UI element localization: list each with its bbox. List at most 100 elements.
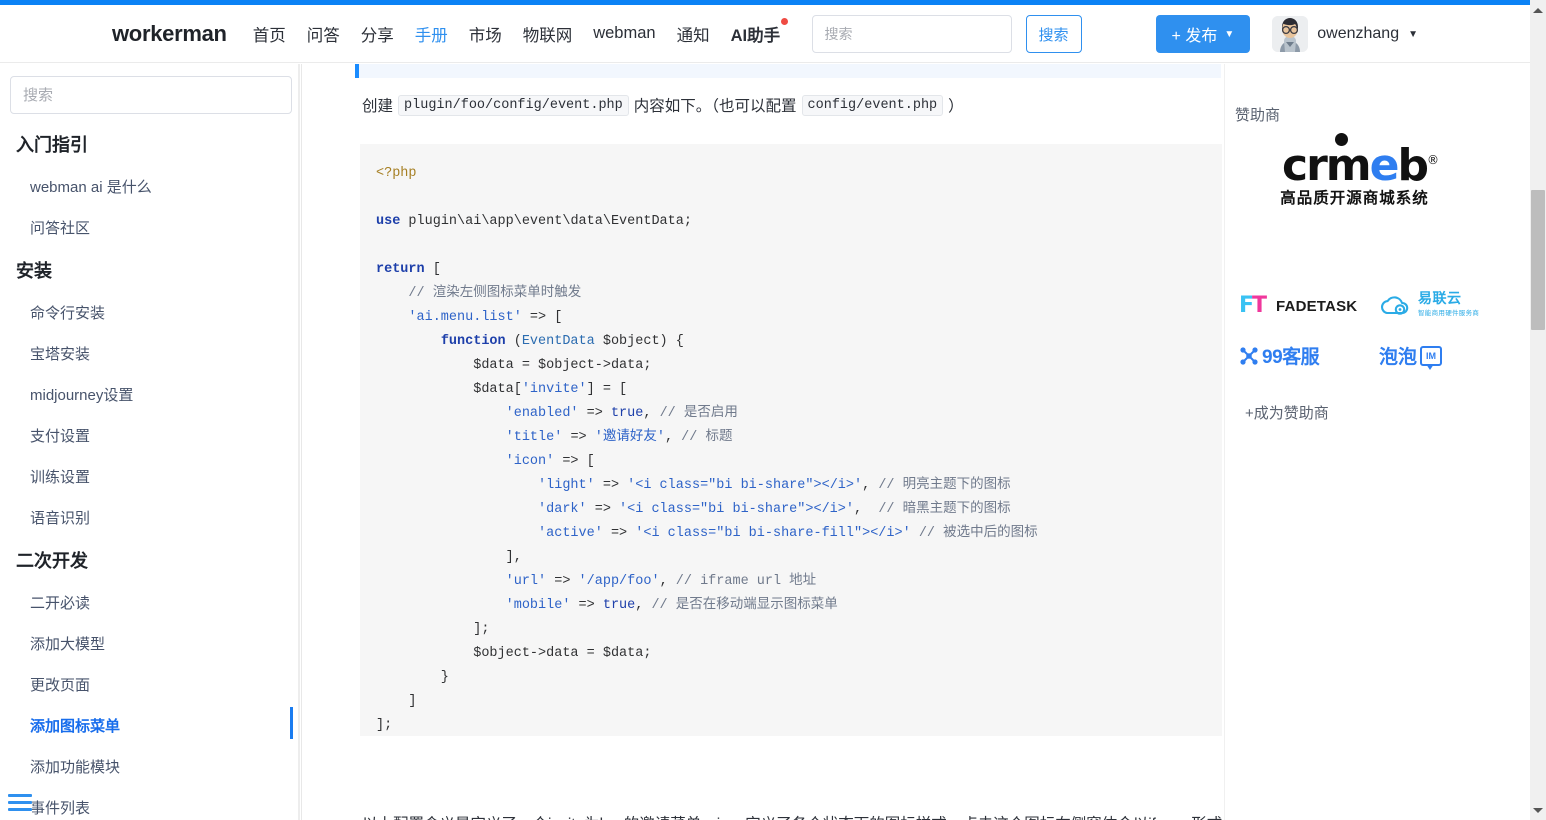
sidebar-item-14[interactable]: 添加图标菜单 <box>0 705 300 746</box>
nav-item-label: 物联网 <box>522 26 573 45</box>
sponsor-row-3: 99客服 泡泡 IM <box>1239 342 1519 370</box>
crmeb-word-b: e <box>1369 140 1400 191</box>
code-token: => <box>594 478 628 493</box>
crmeb-dot-icon <box>1335 133 1348 146</box>
nav-item-label: 市场 <box>468 26 502 45</box>
code-token: ]; <box>376 718 393 733</box>
cloud-printer-icon <box>1379 294 1413 318</box>
scroll-down-arrow-icon[interactable] <box>1530 802 1546 818</box>
nav-item-6[interactable]: webman <box>593 24 655 43</box>
code-token: => <box>578 406 611 421</box>
sidebar-item-13[interactable]: 更改页面 <box>0 664 300 705</box>
code-token: 'title' <box>505 430 563 445</box>
nav-item-0[interactable]: 首页 <box>253 22 286 46</box>
main-navigation: 首页 问答 分享 手册 市场 物联网 webman 通知 AI助手 <box>253 17 801 46</box>
nav-item-2[interactable]: 分享 <box>361 22 394 46</box>
nav-item-1[interactable]: 问答 <box>307 22 340 46</box>
code-token: '<i class="bi bi-share"></i>' <box>627 478 863 493</box>
sponsor-logo-popo[interactable]: 泡泡 IM <box>1379 342 1519 370</box>
code-token: // 是否启用 <box>659 406 738 421</box>
hamburger-menu-icon[interactable] <box>8 794 32 812</box>
nav-item-4[interactable]: 市场 <box>469 22 502 46</box>
sidebar-nav-list: 入门指引 webman ai 是什么 问答社区安装命令行安装 宝塔安装 midjourn… <box>0 122 300 820</box>
sidebar-item-8[interactable]: 训练设置 <box>0 456 300 497</box>
search-button[interactable]: 搜索 <box>1025 15 1082 53</box>
sidebar-item-15[interactable]: 添加功能模块 <box>0 746 300 787</box>
crmeb-word-a: crm <box>1282 140 1372 191</box>
code-token: plugin\ai\app\event\data\EventData; <box>400 214 692 229</box>
notification-dot-icon <box>781 17 789 25</box>
yilianyun-name: 易联云 <box>1418 290 1462 306</box>
nav-item-3[interactable]: 手册 <box>415 22 448 46</box>
sidebar-item-4[interactable]: 命令行安装 <box>0 292 300 333</box>
sidebar-search-input[interactable] <box>10 76 292 114</box>
sidebar-item-7[interactable]: 支付设置 <box>0 415 300 456</box>
code-token: , <box>659 574 676 589</box>
sidebar-item-5[interactable]: 宝塔安装 <box>0 333 300 374</box>
code-token: } <box>376 670 449 685</box>
sidebar-item-2[interactable]: 问答社区 <box>0 207 300 248</box>
code-token: , <box>635 598 652 613</box>
sidebar-item-1[interactable]: webman ai 是什么 <box>0 166 300 207</box>
sponsor-logo-99kefu[interactable]: 99客服 <box>1239 342 1379 369</box>
doc-outro-paragraph: 以上配置含义是定义了一个invite为key的邀请菜单，icon定义了各个状态下… <box>362 809 1232 820</box>
code-token: => <box>602 526 636 541</box>
code-token: $object->data = $data; <box>376 646 652 661</box>
sponsor-logo-crmeb[interactable]: crmeb ® 高品质开源商城系统 <box>1272 133 1439 208</box>
code-token: ]; <box>376 622 490 637</box>
sidebar-item-12[interactable]: 添加大模型 <box>0 623 300 664</box>
code-block-content: <?php use plugin\ai\app\event\data\Event… <box>376 162 1206 736</box>
code-token: 'invite' <box>521 382 587 397</box>
code-token: ( <box>505 334 522 349</box>
inline-code-event-path: plugin/foo/config/event.php <box>398 94 629 116</box>
publish-button[interactable]: + 发布 ▼ <box>1155 15 1251 53</box>
nav-item-label: 问答 <box>306 26 340 45</box>
yilianyun-tagline: 智能商用硬件服务商 <box>1418 310 1480 317</box>
publish-button-label: + 发布 <box>1171 28 1218 45</box>
code-token: => <box>546 574 579 589</box>
nav-item-8[interactable]: AI助手 <box>731 17 789 46</box>
code-token: 'active' <box>538 526 603 541</box>
site-logo[interactable]: workerman <box>112 21 227 47</box>
sidebar-item-16[interactable]: 事件列表 <box>0 787 300 820</box>
sidebar-group-3: 安装 <box>16 261 52 281</box>
page-scrollbar-thumb[interactable] <box>1531 190 1545 330</box>
page-load-progress-bar <box>0 0 1530 5</box>
sidebar-item-9[interactable]: 语音识别 <box>0 497 300 538</box>
code-block-php[interactable]: <?php use plugin\ai\app\event\data\Event… <box>360 144 1222 736</box>
popo-name: 泡泡 <box>1379 347 1418 368</box>
page-scrollbar[interactable] <box>1530 0 1546 820</box>
code-token: true <box>602 598 636 613</box>
intro-text-middle: 内容如下。（也可以配置 <box>633 98 797 115</box>
sidebar-scrollbar-track[interactable] <box>298 64 300 820</box>
nav-item-label: 手册 <box>414 26 448 45</box>
code-token: , <box>643 406 660 421</box>
sponsor-panel-title: 赞助商 <box>1235 107 1281 124</box>
scroll-up-arrow-icon[interactable] <box>1530 2 1546 18</box>
sidebar-item-6[interactable]: midjourney设置 <box>0 374 300 415</box>
nav-item-5[interactable]: 物联网 <box>523 22 573 46</box>
crmeb-word-c: b <box>1397 140 1428 191</box>
code-token: // 渲染左侧图标菜单时触发 <box>376 286 582 301</box>
sponsor-logo-fadetask[interactable]: F T FADETASK <box>1239 295 1379 317</box>
nav-item-label: 首页 <box>252 26 286 45</box>
code-token: function <box>440 334 506 349</box>
code-token: ], <box>376 550 522 565</box>
sponsor-logo-yilianyun[interactable]: 易联云 智能商用硬件服务商 <box>1379 290 1519 320</box>
nav-item-7[interactable]: 通知 <box>677 22 710 46</box>
sidebar-group-0: 入门指引 <box>16 135 88 155</box>
sidebar-item-11[interactable]: 二开必读 <box>0 582 300 623</box>
sidebar-group-10: 二次开发 <box>16 551 88 571</box>
intro-text-before: 创建 <box>362 98 394 115</box>
become-sponsor-link[interactable]: +成为赞助商 <box>1245 402 1329 423</box>
search-input[interactable] <box>811 15 1012 53</box>
user-menu[interactable]: owenzhang ▼ <box>1272 16 1418 52</box>
chevron-down-icon: ▼ <box>1224 28 1235 40</box>
sponsor-row-2: F T FADETASK 易联云 智能商用硬件服务商 <box>1239 290 1519 320</box>
